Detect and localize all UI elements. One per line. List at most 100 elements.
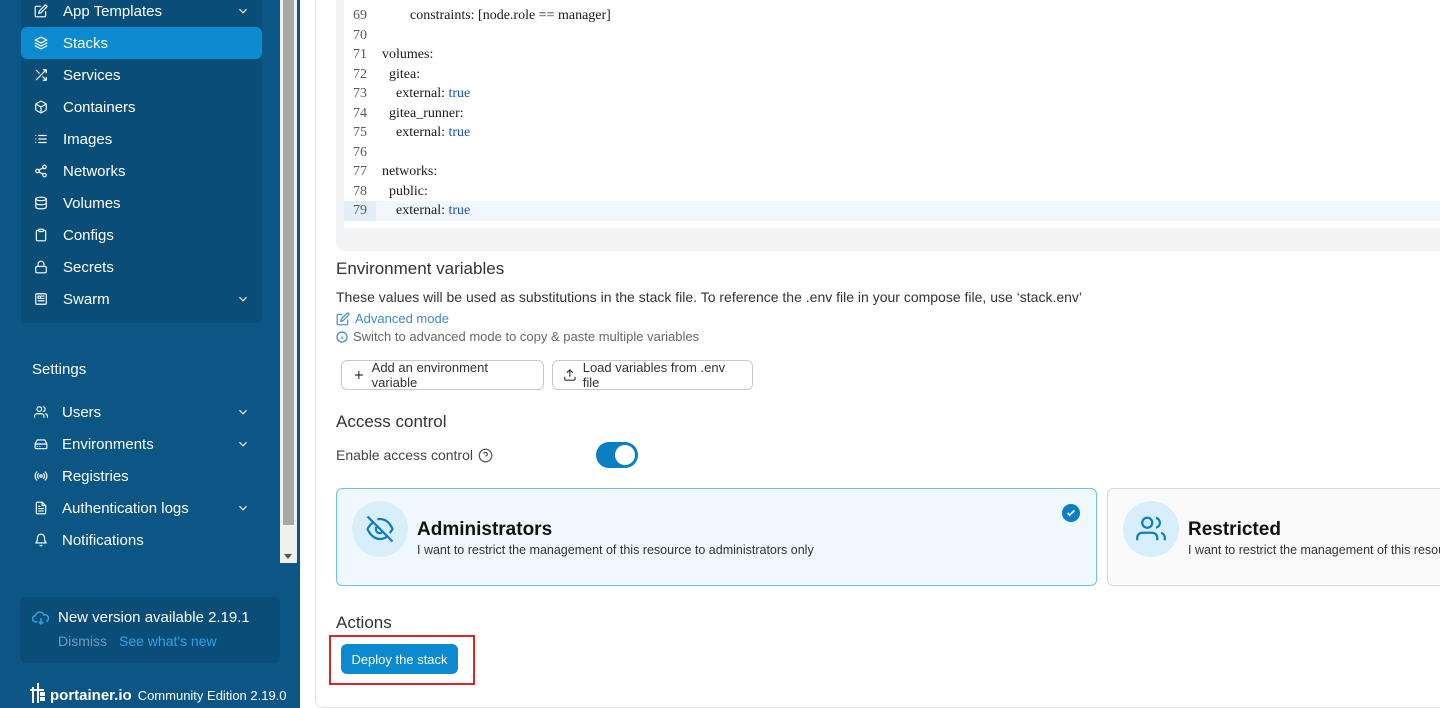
edit-icon <box>336 312 350 325</box>
sidebar-item-label: Services <box>63 66 121 84</box>
code-line[interactable]: 69 constraints: [node.role == manager] <box>344 6 1440 26</box>
scrollbar-thumb[interactable] <box>283 0 294 525</box>
brand: portainer.io Community Edition 2.19.0 <box>30 683 287 708</box>
code-text: gitea_runner: <box>382 105 464 121</box>
chevron-down-icon[interactable] <box>236 405 250 419</box>
sidebar-item-volumes[interactable]: Volumes <box>21 187 262 219</box>
sidebar-item-notifications[interactable]: Notifications <box>21 524 262 556</box>
sidebar-item-label: Notifications <box>62 531 144 549</box>
code-line[interactable]: 73 external: true <box>344 84 1440 104</box>
whats-new-link[interactable]: See what's new <box>119 633 217 649</box>
info-icon <box>336 330 348 343</box>
edit-icon <box>33 3 49 19</box>
line-number: 70 <box>353 27 367 43</box>
grid-icon <box>33 291 49 307</box>
chevron-down-icon[interactable] <box>236 4 250 18</box>
sidebar-item-label: Stacks <box>63 34 109 52</box>
main-content: 69 constraints: [node.role == manager] 70… <box>300 0 1440 708</box>
sidebar-item-app-templates[interactable]: App Templates <box>21 0 262 27</box>
sidebar-item-stacks[interactable]: Stacks <box>21 27 262 59</box>
sidebar-item-label: Secrets <box>63 258 114 276</box>
sidebar-item-label: Registries <box>62 467 129 485</box>
code-line[interactable]: 72 gitea: <box>344 65 1440 85</box>
code-text: external: true <box>382 86 471 101</box>
sidebar-item-networks[interactable]: Networks <box>21 155 262 187</box>
sidebar-item-swarm[interactable]: Swarm <box>21 283 262 315</box>
restricted-icon-circle <box>1123 501 1179 557</box>
code-text: external: true <box>382 203 471 218</box>
code-text: volumes: <box>382 47 434 62</box>
help-circle-icon[interactable] <box>478 448 493 463</box>
actions-title: Actions <box>336 613 392 632</box>
code-line[interactable]: 70 <box>344 26 1440 46</box>
code-line[interactable]: 76 <box>344 143 1440 163</box>
cloud-download-icon <box>31 610 50 631</box>
code-area[interactable]: 69 constraints: [node.role == manager] 70… <box>344 0 1440 228</box>
advanced-mode-hint: Switch to advanced mode to copy & paste … <box>336 329 699 344</box>
sidebar-item-secrets[interactable]: Secrets <box>21 251 262 283</box>
sidebar-item-label: Authentication logs <box>62 499 189 517</box>
code-keyword: true <box>448 86 471 101</box>
sidebar-scrollbar[interactable] <box>280 0 297 563</box>
file-text-icon <box>33 500 49 516</box>
chevron-down-icon[interactable] <box>236 292 250 306</box>
users-icon <box>33 404 49 420</box>
radio-icon <box>33 468 49 484</box>
sidebar-item-label: Swarm <box>63 290 110 308</box>
sidebar-item-label: App Templates <box>63 2 162 20</box>
database-icon <box>33 195 49 211</box>
code-text: public: <box>382 183 428 199</box>
share-icon <box>33 163 49 179</box>
code-line[interactable]: 74 gitea_runner: <box>344 104 1440 124</box>
code-line-partial <box>344 0 1440 4</box>
restricted-option[interactable]: Restricted I want to restrict the manage… <box>1107 488 1440 586</box>
access-control-toggle[interactable] <box>596 442 638 468</box>
sidebar-item-label: Users <box>62 403 102 421</box>
scroll-down-arrow[interactable] <box>284 554 292 559</box>
code-line[interactable]: 78 public: <box>344 182 1440 202</box>
sidebar-item-authentication-logs[interactable]: Authentication logs <box>21 492 262 524</box>
chevron-down-icon[interactable] <box>236 437 250 451</box>
sidebar-item-environments[interactable]: Environments <box>21 428 262 460</box>
box-icon <box>33 99 49 115</box>
advanced-mode-link[interactable]: Advanced mode <box>336 311 449 326</box>
sidebar-item-label: Environments <box>62 435 154 453</box>
code-text: gitea: <box>382 66 421 82</box>
eye-off-icon <box>366 515 394 543</box>
add-env-variable-button[interactable]: Add an environment variable <box>341 360 544 390</box>
line-number: 77 <box>353 164 367 179</box>
dismiss-link[interactable]: Dismiss <box>58 633 107 649</box>
line-number: 74 <box>353 105 367 121</box>
list-icon <box>33 131 49 147</box>
load-env-file-button[interactable]: Load variables from .env file <box>552 360 753 390</box>
line-number: 75 <box>353 125 367 140</box>
line-number: 72 <box>353 66 367 82</box>
sidebar-item-images[interactable]: Images <box>21 123 262 155</box>
chevron-down-icon[interactable] <box>236 501 250 515</box>
settings-heading: Settings <box>32 361 87 378</box>
update-notice: New version available 2.19.1 Dismiss See… <box>20 597 280 663</box>
code-text: external: true <box>382 125 471 140</box>
sidebar-item-registries[interactable]: Registries <box>21 460 262 492</box>
code-line[interactable]: 75 external: true <box>344 123 1440 143</box>
update-title: New version available 2.19.1 <box>58 609 250 626</box>
sidebar-item-containers[interactable]: Containers <box>21 91 262 123</box>
edition-label: Community Edition 2.19.0 <box>137 688 287 703</box>
code-text: constraints: [node.role == manager] <box>382 8 611 23</box>
code-line[interactable]: 77 networks: <box>344 162 1440 182</box>
deploy-stack-button[interactable]: Deploy the stack <box>341 644 458 674</box>
compose-editor[interactable]: 69 constraints: [node.role == manager] 70… <box>336 0 1440 251</box>
admin-icon-circle <box>352 501 408 557</box>
sidebar-item-users[interactable]: Users <box>21 396 262 428</box>
sidebar-item-label: Volumes <box>63 194 121 212</box>
env-vars-description: These values will be used as substitutio… <box>336 289 1083 305</box>
access-control-title: Access control <box>336 412 447 431</box>
code-line[interactable]: 71 volumes: <box>344 45 1440 65</box>
plus-icon <box>354 371 363 379</box>
administrators-option[interactable]: Administrators I want to restrict the ma… <box>336 488 1097 586</box>
code-line[interactable]: 79 external: true <box>344 201 1440 221</box>
sidebar-item-configs[interactable]: Configs <box>21 219 262 251</box>
sidebar-item-services[interactable]: Services <box>21 59 262 91</box>
sidebar-item-label: Containers <box>63 98 136 116</box>
hard-drive-icon <box>33 436 49 452</box>
